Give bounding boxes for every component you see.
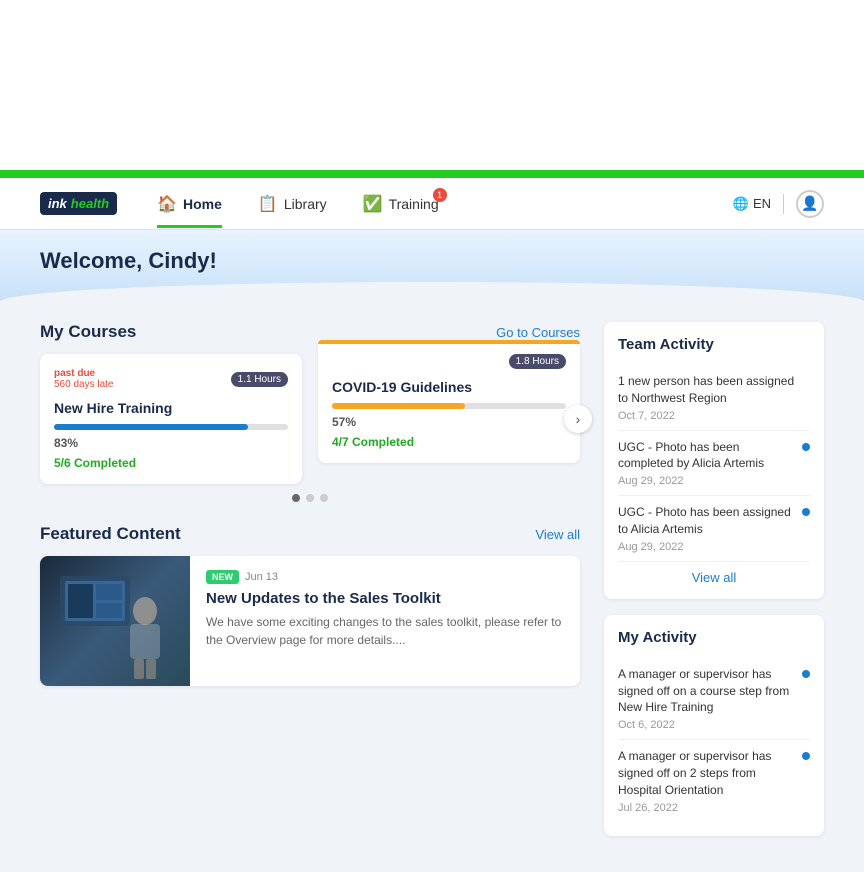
nav-library-label: Library <box>284 196 327 212</box>
wave-decoration <box>0 282 864 302</box>
featured-content-section: Featured Content View all <box>40 524 580 686</box>
dot-1[interactable] <box>292 494 300 502</box>
featured-image <box>40 556 190 686</box>
my-activity-dot-1 <box>802 670 810 678</box>
my-activity-item-2: A manager or supervisor has signed off o… <box>618 740 810 821</box>
progress-bar-1 <box>54 424 288 430</box>
team-activity-item-2: UGC - Photo has been completed by Alicia… <box>618 431 810 497</box>
my-activity-title: My Activity <box>618 629 810 646</box>
team-activity-item-1: 1 new person has been assigned to Northw… <box>618 365 810 431</box>
my-activity-date-2: Jul 26, 2022 <box>618 802 810 814</box>
team-activity-dot-2 <box>802 443 810 451</box>
new-badge: NEW <box>206 570 239 584</box>
featured-illustration <box>50 556 180 686</box>
language-button[interactable]: 🌐 EN <box>733 196 771 212</box>
nav-home-label: Home <box>183 196 222 212</box>
featured-item-title: New Updates to the Sales Toolkit <box>206 590 564 607</box>
team-activity-card: Team Activity 1 new person has been assi… <box>604 322 824 599</box>
completed-1: 5/6 Completed <box>54 456 288 470</box>
course-card-1[interactable]: past due 560 days late 1.1 Hours New Hir… <box>40 354 302 484</box>
my-courses-title: My Courses <box>40 322 136 342</box>
navbar: ink health 🏠 Home 📋 Library ✅ Training 1… <box>0 178 864 230</box>
progress-pct-2: 57% <box>332 415 566 429</box>
team-activity-view-all[interactable]: View all <box>618 562 810 585</box>
training-badge: 1 <box>433 188 447 202</box>
nav-training-label: Training <box>389 196 439 212</box>
welcome-banner: Welcome, Cindy! <box>0 230 864 302</box>
team-activity-title: Team Activity <box>618 336 810 353</box>
top-whitespace <box>0 0 864 170</box>
team-activity-text-2: UGC - Photo has been completed by Alicia… <box>618 439 810 473</box>
team-activity-item-3: UGC - Photo has been assigned to Alicia … <box>618 496 810 562</box>
course-card-wrapper-1: past due 560 days late 1.1 Hours New Hir… <box>40 354 302 484</box>
my-activity-item-1: A manager or supervisor has signed off o… <box>618 658 810 740</box>
featured-header: Featured Content View all <box>40 524 580 544</box>
my-activity-date-1: Oct 6, 2022 <box>618 719 810 731</box>
course-card-wrapper-2: 1.8 Hours COVID-19 Guidelines 57% 4/7 Co… <box>318 354 580 484</box>
card-top-2: 1.8 Hours <box>332 354 566 369</box>
dot-2[interactable] <box>306 494 314 502</box>
progress-fill-1 <box>54 424 248 430</box>
welcome-text: Welcome, Cindy! <box>40 248 217 273</box>
library-icon: 📋 <box>258 194 278 214</box>
nav-item-library[interactable]: 📋 Library <box>258 180 327 228</box>
past-due-info: past due 560 days late <box>54 368 114 390</box>
courses-grid: past due 560 days late 1.1 Hours New Hir… <box>40 354 580 484</box>
featured-view-all-link[interactable]: View all <box>535 527 580 542</box>
featured-body: NEW Jun 13 New Updates to the Sales Tool… <box>190 556 580 686</box>
past-due-label: past due <box>54 368 114 379</box>
my-activity-text-1: A manager or supervisor has signed off o… <box>618 666 810 716</box>
logo[interactable]: ink health <box>40 192 117 215</box>
logo-ink-text: ink <box>48 196 67 211</box>
my-activity-text-2: A manager or supervisor has signed off o… <box>618 748 810 798</box>
user-icon: 👤 <box>801 195 818 212</box>
card-top-1: past due 560 days late 1.1 Hours <box>54 368 288 390</box>
late-label: 560 days late <box>54 379 114 390</box>
featured-title: Featured Content <box>40 524 181 544</box>
carousel-next-button[interactable]: › <box>564 405 592 433</box>
left-column: My Courses Go to Courses past due 560 da… <box>40 322 580 852</box>
my-courses-header: My Courses Go to Courses <box>40 322 580 342</box>
nav-links: 🏠 Home 📋 Library ✅ Training 1 <box>157 180 733 228</box>
course-title-2: COVID-19 Guidelines <box>332 379 566 395</box>
lang-label: EN <box>753 196 771 211</box>
featured-card[interactable]: NEW Jun 13 New Updates to the Sales Tool… <box>40 556 580 686</box>
featured-item-desc: We have some exciting changes to the sal… <box>206 613 564 649</box>
course-hours-1: 1.1 Hours <box>231 372 288 387</box>
carousel-dots <box>40 494 580 502</box>
my-activity-card: My Activity A manager or supervisor has … <box>604 615 824 836</box>
training-icon: ✅ <box>363 194 383 214</box>
main-content: My Courses Go to Courses past due 560 da… <box>0 302 864 872</box>
home-icon: 🏠 <box>157 194 177 214</box>
dot-3[interactable] <box>320 494 328 502</box>
nav-item-home[interactable]: 🏠 Home <box>157 180 222 228</box>
green-bar <box>0 170 864 178</box>
orange-top-bar <box>318 340 580 344</box>
completed-2: 4/7 Completed <box>332 435 566 449</box>
globe-icon: 🌐 <box>733 196 749 212</box>
logo-health-text: health <box>71 196 109 211</box>
team-activity-text-1: 1 new person has been assigned to Northw… <box>618 373 810 407</box>
team-activity-text-3: UGC - Photo has been assigned to Alicia … <box>618 504 810 538</box>
course-card-2[interactable]: 1.8 Hours COVID-19 Guidelines 57% 4/7 Co… <box>318 340 580 463</box>
progress-pct-1: 83% <box>54 436 288 450</box>
nav-item-training[interactable]: ✅ Training 1 <box>363 180 439 228</box>
go-to-courses-link[interactable]: Go to Courses <box>496 325 580 340</box>
nav-divider <box>783 194 784 214</box>
course-title-1: New Hire Training <box>54 400 288 416</box>
nav-right: 🌐 EN 👤 <box>733 190 824 218</box>
course-hours-2: 1.8 Hours <box>509 354 566 369</box>
team-activity-date-3: Aug 29, 2022 <box>618 541 810 553</box>
progress-bar-2 <box>332 403 566 409</box>
my-courses-section: My Courses Go to Courses past due 560 da… <box>40 322 580 502</box>
progress-fill-2 <box>332 403 465 409</box>
featured-date: Jun 13 <box>245 571 278 583</box>
user-profile-button[interactable]: 👤 <box>796 190 824 218</box>
team-activity-date-2: Aug 29, 2022 <box>618 475 810 487</box>
team-activity-date-1: Oct 7, 2022 <box>618 410 810 422</box>
featured-img-inner <box>40 556 190 686</box>
right-column: Team Activity 1 new person has been assi… <box>604 322 824 852</box>
